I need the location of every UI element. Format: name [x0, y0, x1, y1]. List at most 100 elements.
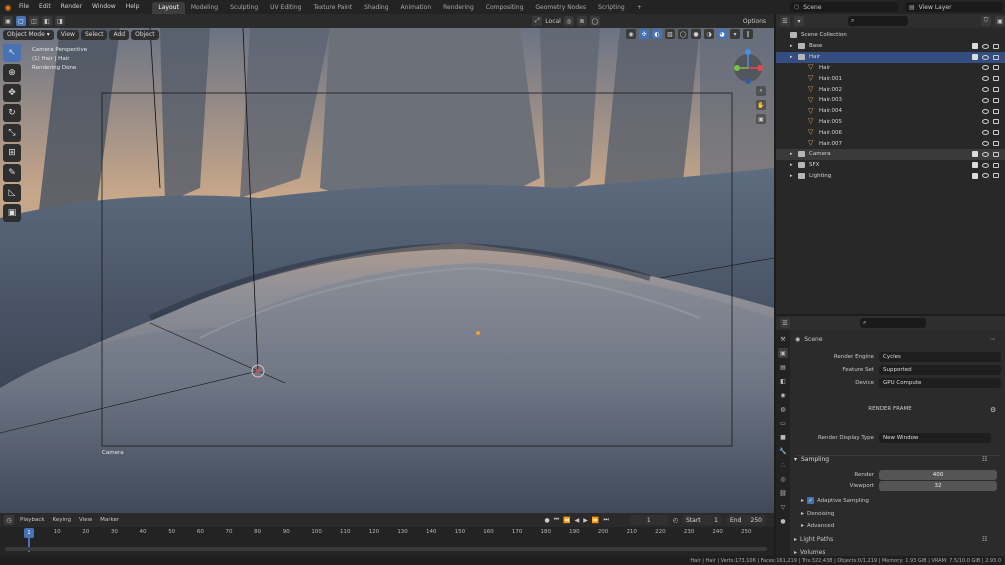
render-engine-dropdown[interactable]: Cycles — [879, 352, 1001, 362]
render-camera-icon[interactable] — [993, 162, 999, 168]
outliner-row[interactable]: ▽ Hair.005 — [776, 117, 1005, 128]
sidebar-toggle-icon[interactable]: ‖ — [743, 29, 753, 39]
object-tab-icon[interactable]: ■ — [778, 432, 788, 442]
material-tab-icon[interactable]: ● — [778, 516, 788, 526]
pan-hand-icon[interactable]: ✋ — [756, 100, 766, 110]
viewport-menu-view[interactable]: View — [56, 29, 79, 40]
3d-viewport[interactable] — [0, 28, 774, 513]
viewport-menu-select[interactable]: Select — [80, 29, 108, 40]
solid-shading-icon[interactable]: ● — [691, 29, 701, 39]
eye-icon[interactable] — [982, 130, 989, 136]
pivot-icon[interactable]: ◎ — [563, 16, 574, 26]
overlay-icon[interactable]: ◐ — [652, 29, 662, 39]
menu-file[interactable]: File — [14, 0, 34, 14]
outliner-row[interactable]: ▽ Hair.006 — [776, 127, 1005, 138]
properties-editor-type-icon[interactable]: ☰ — [780, 318, 790, 328]
xray-icon[interactable]: ▧ — [665, 29, 675, 39]
exclude-checkbox[interactable] — [972, 172, 978, 179]
eye-icon[interactable] — [982, 76, 989, 82]
camera-view-icon[interactable]: ▣ — [756, 114, 766, 124]
timeline-menu-keying[interactable]: Keying — [53, 517, 71, 523]
move-tool-icon[interactable]: ✥ — [3, 84, 21, 102]
options-menu[interactable]: Options — [743, 18, 766, 25]
outliner-row[interactable]: ▽ Hair.002 — [776, 84, 1005, 95]
render-camera-icon[interactable] — [993, 119, 999, 125]
collection-tab-icon[interactable]: ▭ — [778, 418, 788, 428]
play-icon[interactable]: ▶ — [583, 517, 588, 524]
exclude-checkbox[interactable] — [972, 43, 978, 50]
jump-start-icon[interactable]: ⏮ — [554, 516, 559, 524]
jump-key-back-icon[interactable]: ⏪ — [563, 517, 570, 524]
start-frame-field[interactable]: Start 1 — [682, 515, 722, 525]
outliner-row[interactable]: ▸ SFX — [776, 160, 1005, 171]
editor-type-icon[interactable]: ▣ — [3, 16, 13, 26]
timeline-menu-marker[interactable]: Marker — [100, 517, 119, 523]
render-frame-button[interactable]: RENDER FRAME — [840, 406, 940, 412]
feature-set-dropdown[interactable]: Supported — [879, 365, 1001, 375]
outliner-row[interactable]: ▽ Hair.001 — [776, 73, 1005, 84]
annotate-tool-icon[interactable]: ✎ — [3, 164, 21, 182]
expand-arrow-icon[interactable]: ▸ — [790, 162, 798, 168]
playhead[interactable]: 1 — [24, 528, 34, 538]
light-paths-section[interactable]: ▸ Light Paths — [794, 536, 833, 543]
jump-end-icon[interactable]: ⏭ — [603, 516, 608, 524]
adaptive-expand-icon[interactable]: ▸ — [801, 497, 804, 504]
render-camera-icon[interactable] — [993, 173, 999, 179]
eye-icon[interactable] — [982, 87, 989, 93]
outliner-root[interactable]: Scene Collection — [776, 30, 1005, 41]
rendered-shading-icon[interactable]: ◕ — [717, 29, 727, 39]
eye-icon[interactable] — [982, 173, 989, 179]
exclude-checkbox[interactable] — [972, 54, 978, 61]
eye-icon[interactable] — [982, 54, 989, 60]
outliner-row[interactable]: ▽ Hair.007 — [776, 138, 1005, 149]
select-box-icon[interactable]: ▢ — [16, 16, 26, 26]
tab-texture-paint[interactable]: Texture Paint — [307, 2, 358, 14]
menu-edit[interactable]: Edit — [34, 0, 56, 14]
render-camera-icon[interactable] — [993, 141, 999, 147]
tab-geometry-nodes[interactable]: Geometry Nodes — [529, 2, 592, 14]
eye-icon[interactable] — [982, 97, 989, 103]
outliner-row[interactable]: ▸ Camera — [776, 149, 1005, 160]
render-camera-icon[interactable] — [993, 76, 999, 82]
proportional-edit-icon[interactable]: ◯ — [589, 16, 600, 26]
volumes-section[interactable]: ▸ Volumes — [794, 548, 825, 556]
expand-arrow-icon[interactable]: ▸ — [790, 173, 798, 179]
modifier-tab-icon[interactable]: 🔧 — [778, 446, 788, 456]
tab-layout[interactable]: Layout — [152, 1, 185, 14]
render-camera-icon[interactable] — [993, 87, 999, 93]
select-subtract-icon[interactable]: ◨ — [55, 16, 65, 26]
tab-rendering[interactable]: Rendering — [437, 2, 480, 14]
play-reverse-icon[interactable]: ◀ — [575, 517, 580, 524]
add-cube-tool-icon[interactable]: ▣ — [3, 204, 21, 222]
world-tab-icon[interactable]: ◍ — [778, 404, 788, 414]
list-icon[interactable]: ☷ — [982, 456, 987, 463]
current-frame-field[interactable]: 1 — [628, 515, 669, 525]
device-dropdown[interactable]: GPU Compute — [879, 378, 1001, 388]
rotate-tool-icon[interactable]: ↻ — [3, 104, 21, 122]
viewport-samples-field[interactable]: 32 — [879, 481, 997, 491]
advanced-row[interactable]: ▸ Advanced — [801, 522, 834, 529]
eye-icon[interactable] — [982, 141, 989, 147]
outliner-editor-type-icon[interactable]: ☰ — [780, 16, 790, 26]
wireframe-shading-icon[interactable]: ◯ — [678, 29, 688, 39]
render-camera-icon[interactable] — [993, 97, 999, 103]
cursor-tool-icon[interactable]: ⊕ — [3, 64, 21, 82]
exclude-checkbox[interactable] — [972, 162, 978, 169]
display-mode-icon[interactable]: ▾ — [794, 16, 804, 26]
render-camera-icon[interactable] — [993, 65, 999, 71]
mode-selector[interactable]: Object Mode ▾ — [3, 29, 54, 40]
timeline-editor-type-icon[interactable]: ◷ — [4, 515, 14, 525]
material-shading-icon[interactable]: ◑ — [704, 29, 714, 39]
scene-selector[interactable]: ⬡ Scene — [790, 2, 898, 12]
tab-uv-editing[interactable]: UV Editing — [264, 2, 307, 14]
light-paths-list-icon[interactable]: ☷ — [982, 536, 987, 543]
display-type-dropdown[interactable]: New Window — [879, 433, 991, 443]
shading-options-icon[interactable]: ▾ — [730, 29, 740, 39]
eye-icon[interactable] — [982, 162, 989, 168]
sampling-section[interactable]: Sampling — [801, 456, 829, 463]
scale-tool-icon[interactable]: ⤡ — [3, 124, 21, 142]
viewport-menu-object[interactable]: Object — [131, 29, 159, 40]
menu-help[interactable]: Help — [121, 0, 145, 14]
outliner-search-input[interactable]: ⌕ — [848, 16, 908, 26]
new-collection-icon[interactable]: ▣ — [995, 16, 1005, 26]
